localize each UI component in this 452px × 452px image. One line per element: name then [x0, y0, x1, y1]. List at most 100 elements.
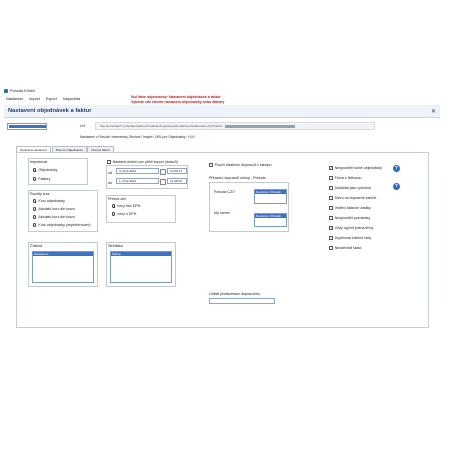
radio-rate-order-indicator	[33, 199, 37, 203]
right-check-1-label: Firma s Nitkovou	[334, 176, 362, 180]
date-to-field[interactable]: 1. října 2021	[116, 178, 159, 184]
app-icon	[4, 88, 8, 93]
right-check-0-box	[329, 166, 333, 170]
menu-item-export[interactable]: Export	[46, 97, 57, 101]
right-check-3-label: Slevu na dopravné zahrnit	[334, 196, 377, 200]
right-check-1[interactable]: Firma s Nitkovou	[329, 176, 362, 180]
carrier-row-1-label: Pohoda CZ/7	[214, 190, 236, 194]
radio-orders-label: Objednávky	[38, 168, 58, 172]
radio-price-gross-indicator	[112, 212, 116, 216]
right-check-0[interactable]: Nespouštět ručně objednávky	[329, 166, 382, 170]
right-check-4[interactable]: Vedení dálkové zásilky	[329, 206, 371, 210]
right-check-1-box	[329, 176, 333, 180]
right-check-2[interactable]: Dokládat jako vyřízené	[329, 186, 371, 190]
right-check-8[interactable]: Neodečítat sklad	[329, 246, 361, 250]
radio-rate-current-1-label: Aktuální kurz dle kurzu	[38, 207, 75, 211]
local-carrier-checkbox[interactable]: Použít lokalního dopravců z eshopu	[209, 163, 272, 167]
import-note-link[interactable]: XNM	[187, 135, 194, 139]
carrier-row-2-select[interactable]: Doprava v Pohodě	[254, 213, 287, 227]
radio-orders[interactable]: Objednávky	[33, 168, 57, 172]
page-title: Nastavení objednávek a faktur	[8, 108, 92, 114]
date-filter-label: Nastavit období pro příští import (dotaz…	[112, 160, 178, 164]
right-check-2-label: Dokládat jako vyřízené	[334, 186, 371, 190]
import-note-text: Nastavení v Pohodě: Internetový Obchod /…	[80, 135, 187, 139]
radio-orders-indicator	[33, 168, 37, 172]
right-check-6[interactable]: Vždy vyplnit jména firmy	[329, 226, 373, 230]
date-from-value: 3. října 2021	[119, 169, 137, 173]
radio-price-net[interactable]: ceny bez DPH	[112, 204, 140, 208]
promo-line-2: Vyberte zde chcete nastavení objednávky …	[131, 99, 225, 104]
cost-center-list[interactable]: Žádná	[110, 251, 172, 283]
radio-invoices-label: Faktury	[38, 177, 51, 181]
radio-rate-order-nochange-indicator	[33, 223, 37, 227]
menu-item-help[interactable]: Nápověda	[63, 97, 80, 101]
radio-rate-order-label: Kurz objednávky	[38, 199, 65, 203]
right-check-8-label: Neodečítat sklad	[334, 246, 362, 250]
window-titlebar: Pohoda Křížek	[4, 87, 124, 94]
import-type-title: Importovat	[30, 160, 47, 164]
time-to-value: 11:48:00	[170, 179, 182, 183]
help-icon-1[interactable]: ?	[393, 165, 400, 172]
date-filter-check	[107, 160, 111, 164]
right-check-3[interactable]: Slevu na dopravné zahrnit	[329, 196, 376, 200]
menu-item-import[interactable]: Import	[29, 97, 40, 101]
number-series-list[interactable]: Nastaveno	[32, 251, 94, 283]
right-check-0-label: Nespouštět ručně objednávky	[334, 166, 382, 170]
right-check-7[interactable]: Doplňovat číselné řady	[329, 236, 371, 240]
date-to-calendar-icon[interactable]	[160, 179, 166, 185]
url-label: Url:	[80, 124, 86, 128]
radio-rate-current-1-indicator	[33, 207, 37, 211]
date-to-label: do	[108, 181, 112, 185]
cost-center-selected[interactable]: Žádná	[111, 252, 171, 256]
local-carrier-label: Použít lokalního dopravců z eshopu	[214, 163, 272, 167]
url-value: http://pohoda277.pohodaonwebs.cz/modules…	[100, 124, 223, 128]
right-check-8-box	[329, 246, 333, 250]
right-check-7-label: Doplňovat číselné řady	[334, 236, 372, 240]
date-from-calendar-icon[interactable]	[160, 169, 166, 175]
cost-center-title: Středisko	[108, 244, 123, 248]
number-series-title: Číselná	[30, 244, 43, 248]
date-to-value: 1. října 2021	[119, 179, 137, 183]
right-check-7-box	[329, 236, 333, 240]
date-from-label: od	[108, 171, 112, 175]
menu-item-settings[interactable]: Nastavení	[6, 97, 23, 101]
radio-price-net-label: ceny bez DPH	[117, 204, 141, 208]
shop-combo-selected	[9, 125, 46, 128]
time-to-field[interactable]: 11:48:00	[167, 178, 187, 184]
shop-combo[interactable]	[7, 123, 47, 130]
url-field[interactable]: http://pohoda277.pohodaonwebs.cz/modules…	[95, 122, 375, 130]
carrier-row-2-value: Doprava v Pohodě	[255, 214, 286, 218]
radio-rate-current-1[interactable]: Aktuální kurz dle kurzu	[33, 207, 75, 211]
help-icon-2[interactable]: ?	[393, 183, 400, 190]
right-check-4-label: Vedení dálkové zásilky	[334, 206, 371, 210]
carrier-row-1-select[interactable]: Doprava v Pohodě	[254, 189, 287, 204]
radio-rate-order-nochange[interactable]: Kurz objednávky (nepřebírování)	[33, 223, 91, 227]
local-carrier-check	[209, 163, 213, 167]
right-check-5[interactable]: Nespouštět poznámky	[329, 216, 370, 220]
radio-price-gross-label: ceny s DPH	[117, 212, 137, 216]
time-from-field[interactable]: 14:36:17	[167, 168, 187, 174]
number-series-selected[interactable]: Nastaveno	[33, 252, 93, 256]
promo-notice: Nul lidee objednavky: Nastavení objednáv…	[131, 95, 271, 104]
price-transfer-title: Převod cen	[108, 197, 127, 201]
right-check-6-box	[329, 226, 333, 230]
date-from-field[interactable]: 3. října 2021	[116, 168, 159, 174]
radio-price-gross[interactable]: ceny s DPH	[112, 212, 136, 216]
right-check-5-box	[329, 216, 333, 220]
right-check-3-box	[329, 196, 333, 200]
date-filter-checkbox[interactable]: Nastavit období pro příští import (dotaz…	[107, 160, 178, 164]
redacted-hash	[224, 124, 295, 128]
carrier-mapping-heading: Přiřazení dopravců eshop - Pohoda	[209, 176, 266, 180]
carrier-row-2-label: My carrier	[214, 211, 230, 215]
right-check-5-label: Nespouštět poznámky	[334, 216, 371, 220]
close-icon[interactable]: ✕	[431, 108, 436, 115]
right-check-2-box	[329, 186, 333, 190]
radio-rate-order-nochange-label: Kurz objednávky (nepřebírování)	[38, 223, 91, 227]
shipping-precontact-input[interactable]	[209, 298, 275, 304]
radio-invoices[interactable]: Faktury	[33, 177, 50, 181]
radio-rate-current-2[interactable]: Aktuální kurz dle kurzu	[33, 215, 75, 219]
radio-rate-current-2-label: Aktuální kurz dle kurzu	[38, 215, 75, 219]
currency-rate-title: Použitý kurz	[30, 192, 50, 196]
radio-rate-order[interactable]: Kurz objednávky	[33, 199, 65, 203]
right-check-4-box	[329, 206, 333, 210]
